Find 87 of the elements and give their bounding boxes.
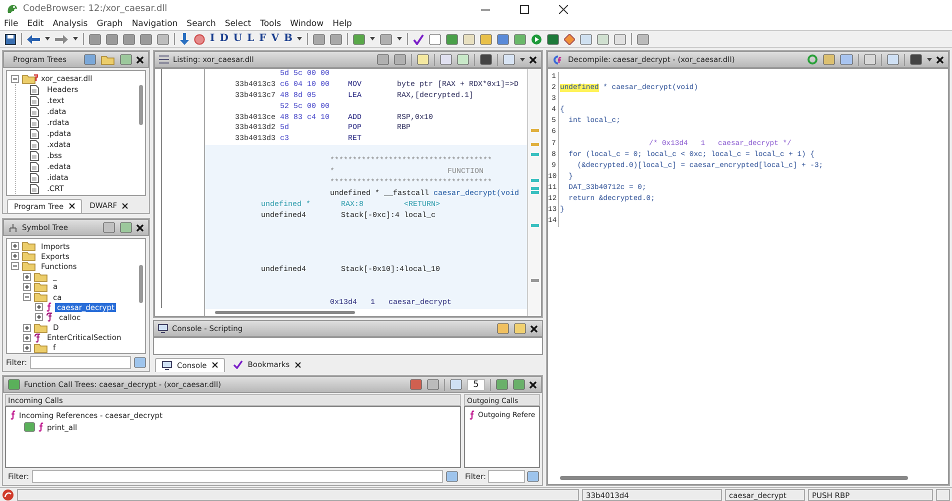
menu-item[interactable]: Graph <box>96 18 123 30</box>
caret-icon[interactable] <box>297 37 302 41</box>
depth-field[interactable]: 5 <box>467 378 485 390</box>
external-function-icon <box>46 312 54 322</box>
scrollbar-thumb[interactable] <box>139 85 143 125</box>
folder-icon <box>34 342 48 353</box>
folder-icon <box>22 261 36 272</box>
expand-icon[interactable] <box>23 334 31 342</box>
close-icon[interactable] <box>529 380 537 388</box>
filter-field[interactable] <box>32 470 443 483</box>
menu-item[interactable]: Navigation <box>132 18 178 30</box>
folder-icon <box>34 282 48 292</box>
diamond-icon[interactable] <box>564 34 576 44</box>
close-icon[interactable] <box>68 203 75 209</box>
checkmark-icon <box>232 360 243 369</box>
collapse-icon[interactable] <box>11 262 19 270</box>
menu-item[interactable]: Analysis <box>52 18 88 30</box>
toolbar-button[interactable]: L <box>247 33 254 45</box>
scrollbar-thumb[interactable] <box>560 476 908 480</box>
window-title: CodeBrowser: 12:/xor_caesar.dll <box>23 4 168 14</box>
close-icon[interactable] <box>529 56 537 64</box>
down-arrow-icon[interactable] <box>180 33 189 45</box>
listing-icon <box>159 55 169 64</box>
close-icon[interactable] <box>136 224 144 232</box>
close-icon[interactable] <box>136 56 144 64</box>
menu-item[interactable]: File <box>4 18 18 30</box>
expand-icon[interactable] <box>23 344 31 352</box>
close-icon[interactable] <box>530 324 538 332</box>
menu-item[interactable]: Help <box>332 18 352 30</box>
function-icon <box>46 302 52 312</box>
filter-field[interactable] <box>30 356 131 369</box>
folder-icon <box>101 54 115 64</box>
monitor-icon <box>158 324 168 333</box>
forward-arrow-icon[interactable] <box>55 34 68 44</box>
dragon-logo-icon <box>6 3 18 15</box>
filter-field[interactable] <box>488 470 525 483</box>
caret-icon[interactable] <box>397 37 402 41</box>
menu-item[interactable]: Tools <box>260 18 282 30</box>
function-icon <box>10 410 16 420</box>
save-icon[interactable] <box>5 34 16 44</box>
root-folder-icon <box>22 74 38 84</box>
collapse-icon[interactable] <box>11 74 19 82</box>
back-arrow-icon[interactable] <box>27 34 40 44</box>
caret-icon[interactable] <box>45 37 50 41</box>
toolbar-button[interactable]: B <box>284 33 292 45</box>
toolbar-button[interactable]: U <box>233 33 242 45</box>
menu-item[interactable]: Select <box>224 18 252 30</box>
expand-icon[interactable] <box>35 313 43 322</box>
close-icon[interactable] <box>212 362 218 368</box>
scrollbar-thumb[interactable] <box>215 311 355 314</box>
folder-icon <box>34 322 48 333</box>
folder-icon <box>22 251 36 262</box>
caret-icon[interactable] <box>73 37 78 41</box>
menu-item[interactable]: Edit <box>27 18 44 30</box>
status-field <box>936 488 950 500</box>
expand-icon[interactable] <box>23 324 31 332</box>
toolbar-button[interactable]: D <box>220 33 228 45</box>
function-icon <box>38 422 44 432</box>
close-icon[interactable] <box>122 202 128 208</box>
toolbar-button[interactable]: F <box>259 33 266 45</box>
scrollbar-thumb[interactable] <box>139 265 143 303</box>
toolbar-button[interactable]: I <box>210 33 215 45</box>
menu-item[interactable]: Search <box>186 18 216 30</box>
expand-icon[interactable] <box>11 252 19 260</box>
maximize-icon[interactable] <box>520 4 529 14</box>
folder-icon <box>22 241 36 252</box>
caret-icon[interactable] <box>370 37 376 41</box>
external-function-icon <box>34 332 42 343</box>
collapse-icon[interactable] <box>23 293 31 302</box>
close-icon[interactable] <box>559 4 568 14</box>
function-icon <box>469 410 475 420</box>
caret-icon[interactable] <box>927 58 932 62</box>
clear-circle-icon[interactable] <box>194 34 205 44</box>
toolbar-button[interactable]: V <box>271 33 279 45</box>
checkmark-icon[interactable] <box>413 34 424 44</box>
expand-icon[interactable] <box>11 242 19 250</box>
close-icon[interactable] <box>936 56 944 64</box>
expand-icon[interactable] <box>35 303 43 312</box>
expand-icon[interactable] <box>23 282 31 291</box>
folder-icon <box>34 292 48 302</box>
close-icon[interactable] <box>294 362 301 368</box>
menu-item[interactable]: Window <box>290 18 324 30</box>
expand-icon[interactable] <box>23 272 31 281</box>
run-icon[interactable] <box>531 34 542 44</box>
monitor-icon <box>162 360 172 370</box>
folder-icon <box>34 272 48 282</box>
caret-icon[interactable] <box>520 58 525 62</box>
